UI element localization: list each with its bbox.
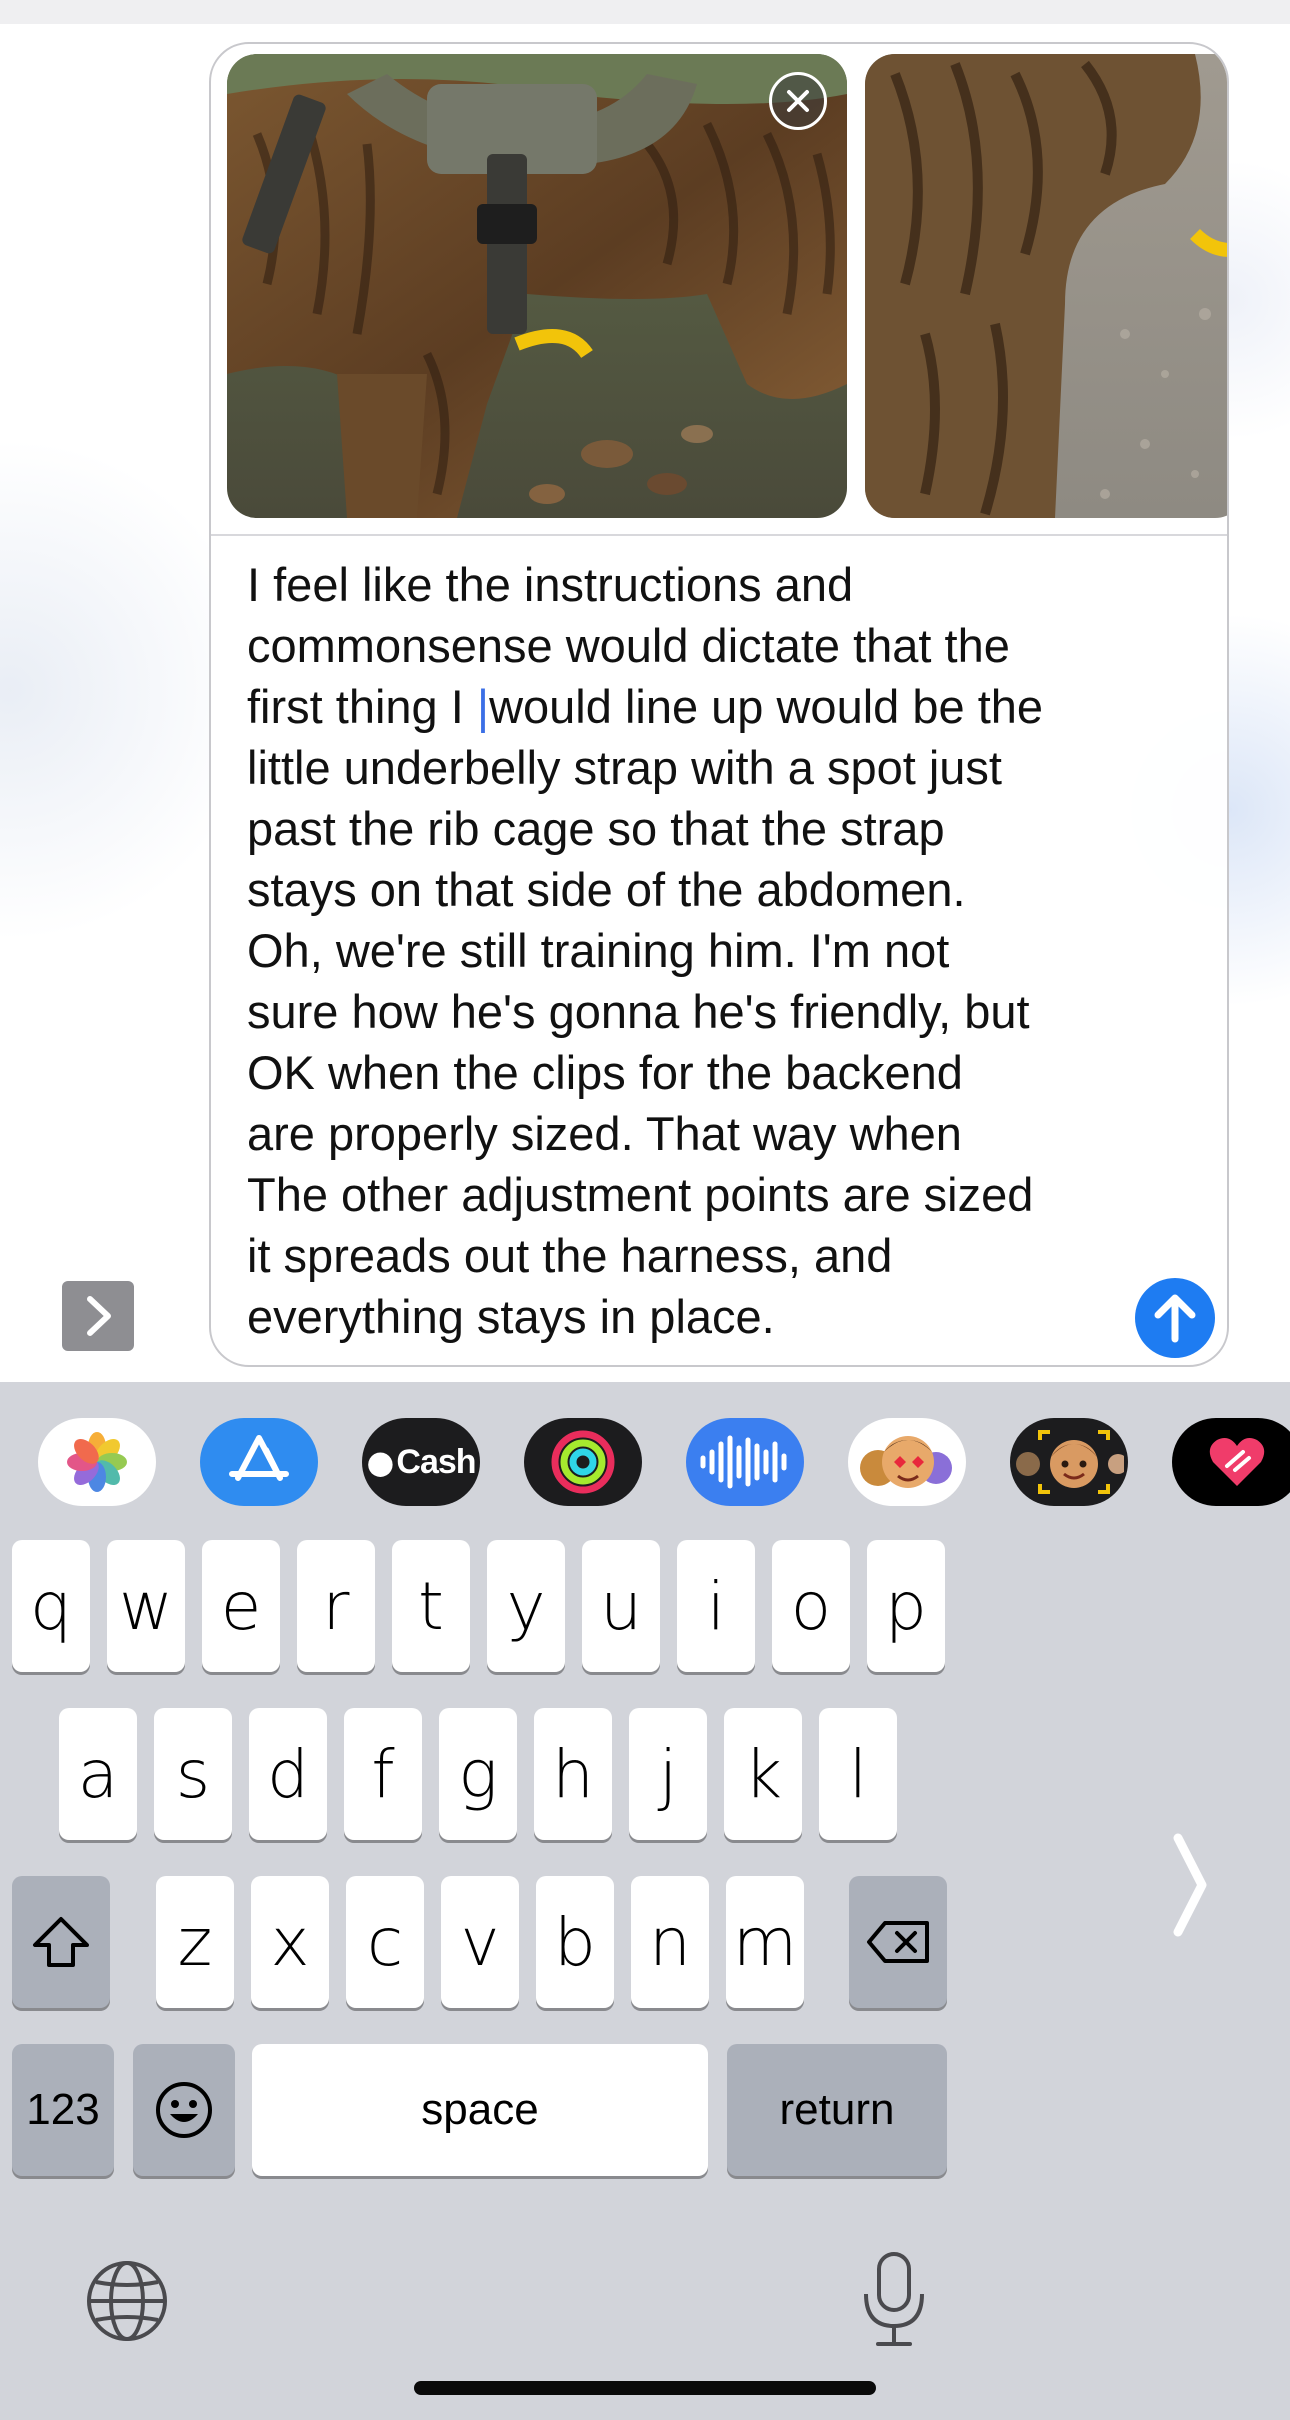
key-k[interactable]: k: [724, 1708, 802, 1840]
numbers-key[interactable]: 123: [12, 2044, 114, 2176]
key-d[interactable]: d: [249, 1708, 327, 1840]
close-icon: [787, 90, 809, 112]
emoji-icon: [156, 2082, 212, 2138]
key-b[interactable]: b: [536, 1876, 614, 2008]
app-activity[interactable]: [524, 1418, 642, 1506]
app-digital-touch[interactable]: [1172, 1418, 1290, 1506]
key-y[interactable]: y: [487, 1540, 565, 1672]
top-strip: [0, 0, 1290, 24]
compose-field[interactable]: I feel like the instructions and commons…: [209, 42, 1229, 1367]
delete-key[interactable]: [849, 1876, 947, 2008]
key-c[interactable]: c: [346, 1876, 424, 2008]
microphone-icon: [864, 2252, 924, 2346]
app-store-icon: [229, 1435, 289, 1481]
keyboard: ● Cash q w e r t y u i o p a s d f g h j…: [0, 1382, 1290, 2420]
waveform-icon: [700, 1435, 787, 1489]
heart-icon: [1209, 1438, 1265, 1486]
keyboard-chevron-right-button[interactable]: [1168, 1830, 1212, 1940]
key-u[interactable]: u: [582, 1540, 660, 1672]
shift-icon: [33, 1917, 89, 1967]
activity-rings-icon: [551, 1430, 615, 1494]
message-text[interactable]: I feel like the instructions and commons…: [247, 554, 1127, 1347]
dictation-button[interactable]: [852, 2248, 936, 2352]
imessage-app-strip: ● Cash: [0, 1382, 1290, 1522]
home-indicator[interactable]: [414, 2381, 876, 2395]
conversation-area: I feel like the instructions and commons…: [0, 0, 1290, 1382]
attachments-row: [211, 44, 1227, 534]
globe-icon: [87, 2261, 167, 2341]
key-f[interactable]: f: [344, 1708, 422, 1840]
app-cash[interactable]: ● Cash: [362, 1418, 480, 1506]
key-o[interactable]: o: [772, 1540, 850, 1672]
app-memoji-stickers[interactable]: [848, 1418, 966, 1506]
app-memoji[interactable]: [1010, 1418, 1128, 1506]
key-q[interactable]: q: [12, 1540, 90, 1672]
message-text-after-cursor: would line up would be the little underb…: [247, 680, 1044, 1343]
cash-label: Cash: [396, 1442, 476, 1481]
app-audio-message[interactable]: [686, 1418, 804, 1506]
key-z[interactable]: z: [156, 1876, 234, 2008]
attachment-photo[interactable]: [865, 54, 1227, 518]
key-j[interactable]: j: [629, 1708, 707, 1840]
apps-toggle-button[interactable]: [62, 1281, 134, 1351]
key-m[interactable]: m: [726, 1876, 804, 2008]
attachment-photo[interactable]: [227, 54, 847, 518]
attachment-divider: [211, 534, 1227, 536]
key-v[interactable]: v: [441, 1876, 519, 2008]
globe-button[interactable]: [82, 2256, 172, 2346]
return-key[interactable]: return: [727, 2044, 947, 2176]
delete-icon: [867, 1921, 929, 1963]
text-cursor: |: [476, 680, 490, 733]
shift-key[interactable]: [12, 1876, 110, 2008]
key-l[interactable]: l: [819, 1708, 897, 1840]
app-app-store[interactable]: [200, 1418, 318, 1506]
key-a[interactable]: a: [59, 1708, 137, 1840]
key-n[interactable]: n: [631, 1876, 709, 2008]
key-h[interactable]: h: [534, 1708, 612, 1840]
apple-logo-icon: ●: [366, 1443, 395, 1481]
emoji-key[interactable]: [133, 2044, 235, 2176]
key-g[interactable]: g: [439, 1708, 517, 1840]
key-w[interactable]: w: [107, 1540, 185, 1672]
key-s[interactable]: s: [154, 1708, 232, 1840]
memoji-stickers-icon: [860, 1436, 952, 1488]
key-r[interactable]: r: [297, 1540, 375, 1672]
space-key[interactable]: space: [252, 2044, 708, 2176]
key-t[interactable]: t: [392, 1540, 470, 1672]
key-x[interactable]: x: [251, 1876, 329, 2008]
send-button[interactable]: [1135, 1278, 1215, 1358]
app-photos[interactable]: [38, 1418, 156, 1506]
remove-attachment-button[interactable]: [769, 72, 827, 130]
key-p[interactable]: p: [867, 1540, 945, 1672]
key-i[interactable]: i: [677, 1540, 755, 1672]
memoji-icon: [1016, 1430, 1124, 1494]
chevron-right-icon: [87, 1296, 111, 1336]
photos-icon: [67, 1432, 127, 1492]
arrow-up-icon: [1154, 1294, 1196, 1343]
chevron-right-icon: [1173, 1833, 1207, 1937]
key-e[interactable]: e: [202, 1540, 280, 1672]
